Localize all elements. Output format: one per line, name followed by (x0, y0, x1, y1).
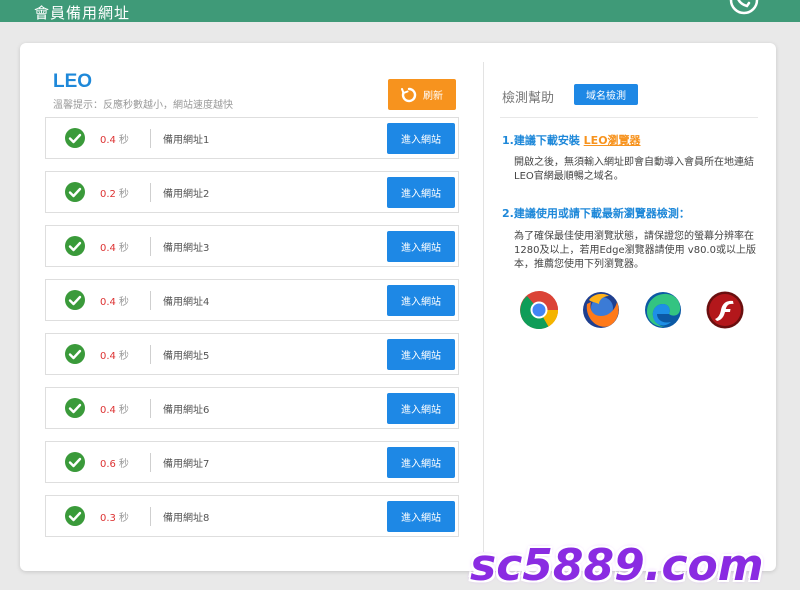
check-icon (65, 290, 85, 310)
row-separator (150, 507, 151, 526)
enter-site-button[interactable]: 進入網站 (387, 447, 455, 478)
site-row: 0.4 秒 備用網址4 進入網站 (45, 279, 459, 321)
help-title: 檢測幫助 (502, 91, 555, 106)
speed-unit: 秒 (118, 513, 129, 524)
speed-value: 0.4 秒 (100, 347, 129, 362)
site-row: 0.6 秒 備用網址7 進入網站 (45, 441, 459, 483)
speed-value: 0.6 秒 (100, 455, 129, 470)
domain-check-button[interactable]: 域名檢測 (574, 84, 638, 105)
speed-number: 0.4 (100, 297, 116, 308)
check-icon (65, 398, 85, 418)
speed-unit: 秒 (118, 243, 129, 254)
help-divider (500, 117, 758, 118)
site-name: 備用網址4 (163, 297, 210, 308)
site-name: 備用網址5 (163, 351, 210, 362)
refresh-button[interactable]: 刷新 (388, 79, 456, 110)
enter-site-button[interactable]: 進入網站 (387, 177, 455, 208)
speed-number: 0.2 (100, 189, 116, 200)
firefox-icon[interactable] (581, 290, 621, 330)
enter-site-button[interactable]: 進入網站 (387, 501, 455, 532)
flash-icon[interactable] (705, 290, 745, 330)
browser-list (519, 290, 749, 330)
brand-title: LEO (53, 71, 93, 92)
speed-unit: 秒 (118, 405, 129, 416)
check-icon (65, 182, 85, 202)
speed-number: 0.4 (100, 351, 116, 362)
speed-unit: 秒 (118, 459, 129, 470)
section2-text: 為了確保最佳使用瀏覽狀態，請保證您的螢幕分辨率在1280及以上，若用Edge瀏覽… (514, 231, 756, 270)
row-separator (150, 291, 151, 310)
site-name: 備用網址8 (163, 513, 210, 524)
edge-icon[interactable] (643, 290, 683, 330)
site-row: 0.4 秒 備用網址5 進入網站 (45, 333, 459, 375)
speed-value: 0.4 秒 (100, 239, 129, 254)
site-name: 備用網址7 (163, 459, 210, 470)
section1-heading: 1.建議下載安裝 LEO瀏覽器 (502, 132, 641, 148)
refresh-label: 刷新 (423, 91, 443, 102)
check-icon (65, 452, 85, 472)
row-separator (150, 399, 151, 418)
speed-unit: 秒 (118, 297, 129, 308)
row-separator (150, 183, 151, 202)
top-bar: 會員備用網址 (0, 0, 800, 22)
enter-site-button[interactable]: 進入網站 (387, 339, 455, 370)
site-name: 備用網址6 (163, 405, 210, 416)
speed-value: 0.4 秒 (100, 131, 129, 146)
row-separator (150, 345, 151, 364)
section1-text: 開啟之後，無須輸入網址即會自動導入會員所在地連結LEO官網最順暢之域名。 (514, 157, 754, 182)
speed-number: 0.4 (100, 135, 116, 146)
site-name: 備用網址1 (163, 135, 210, 146)
column-divider (483, 62, 484, 552)
speed-value: 0.3 秒 (100, 509, 129, 524)
speed-value: 0.4 秒 (100, 293, 129, 308)
check-icon (65, 128, 85, 148)
site-row: 0.3 秒 備用網址8 進入網站 (45, 495, 459, 537)
speed-number: 0.4 (100, 405, 116, 416)
check-icon (65, 344, 85, 364)
enter-site-button[interactable]: 進入網站 (387, 123, 455, 154)
site-row: 0.4 秒 備用網址3 進入網站 (45, 225, 459, 267)
section2-heading: 2.建議使用或請下載最新瀏覽器檢測： (502, 207, 690, 220)
site-row: 0.2 秒 備用網址2 進入網站 (45, 171, 459, 213)
speed-number: 0.3 (100, 513, 116, 524)
check-icon (65, 506, 85, 526)
page-title: 會員備用網址 (34, 4, 131, 22)
section1-prefix: 1.建議下載安裝 (502, 134, 584, 147)
enter-site-button[interactable]: 進入網站 (387, 393, 455, 424)
speed-value: 0.2 秒 (100, 185, 129, 200)
site-row: 0.4 秒 備用網址6 進入網站 (45, 387, 459, 429)
speed-unit: 秒 (118, 135, 129, 146)
site-name: 備用網址3 (163, 243, 210, 254)
speed-unit: 秒 (118, 351, 129, 362)
phone-icon (729, 0, 759, 15)
row-separator (150, 237, 151, 256)
site-row: 0.4 秒 備用網址1 進入網站 (45, 117, 459, 159)
refresh-icon (401, 87, 417, 102)
speed-hint: 溫馨提示：反應秒數越小，網站速度越快 (53, 100, 233, 111)
check-icon (65, 236, 85, 256)
chrome-icon[interactable] (519, 290, 559, 330)
speed-number: 0.4 (100, 243, 116, 254)
enter-site-button[interactable]: 進入網站 (387, 285, 455, 316)
site-watermark: sc5889.com (470, 540, 764, 590)
row-separator (150, 129, 151, 148)
row-separator (150, 453, 151, 472)
speed-number: 0.6 (100, 459, 116, 470)
leo-browser-link[interactable]: LEO瀏覽器 (584, 134, 641, 147)
enter-site-button[interactable]: 進入網站 (387, 231, 455, 262)
speed-unit: 秒 (118, 189, 129, 200)
speed-value: 0.4 秒 (100, 401, 129, 416)
site-name: 備用網址2 (163, 189, 210, 200)
